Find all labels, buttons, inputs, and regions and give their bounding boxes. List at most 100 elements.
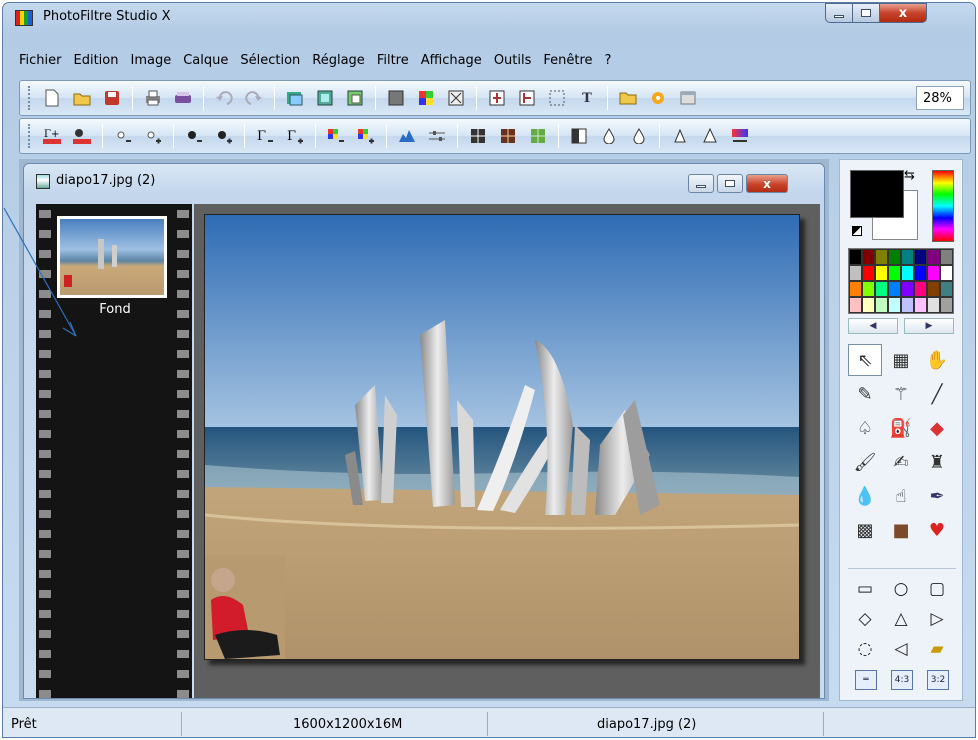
image-canvas[interactable]	[204, 214, 800, 660]
spray-icon[interactable]: ⛽	[884, 412, 918, 444]
palette-swatch[interactable]	[901, 265, 914, 281]
menu-help[interactable]: ?	[599, 53, 618, 68]
palette-swatch[interactable]	[875, 265, 888, 281]
line-icon[interactable]: ╱	[920, 378, 954, 410]
paste-as-image-icon[interactable]	[285, 88, 305, 108]
palette-swatch[interactable]	[914, 297, 927, 313]
image-size-icon[interactable]	[315, 88, 335, 108]
saturation-minus-icon[interactable]	[326, 126, 346, 146]
eraser-icon[interactable]: ◆	[920, 412, 954, 444]
zoom-level[interactable]: 28%	[916, 86, 964, 110]
triangle-icon[interactable]: △	[884, 605, 918, 633]
auto-contrast-icon[interactable]	[72, 126, 92, 146]
invert-icon[interactable]	[569, 126, 589, 146]
foreground-color-swatch[interactable]	[850, 170, 904, 218]
gamma-minus-icon[interactable]: Γ	[255, 126, 275, 146]
palette-swatch[interactable]	[849, 281, 862, 297]
palette-swatch[interactable]	[940, 249, 953, 265]
pattern-icon[interactable]: ▩	[848, 514, 882, 546]
toolbar-grip[interactable]	[28, 86, 31, 110]
brightness-minus-icon[interactable]	[113, 126, 133, 146]
selection-arrow-icon[interactable]: ⇖	[848, 344, 882, 376]
palette-swatch[interactable]	[888, 281, 901, 297]
close-button[interactable]: x	[879, 3, 927, 23]
grayscale-icon[interactable]	[386, 88, 406, 108]
figure-icon[interactable]	[487, 88, 507, 108]
palette-swatch[interactable]	[927, 281, 940, 297]
load-shape-icon[interactable]: ▰	[920, 635, 954, 663]
selection-rect-icon[interactable]	[547, 88, 567, 108]
ratio-4-3-button[interactable]: 4:3	[891, 670, 913, 690]
sharpen-more-icon[interactable]	[700, 126, 720, 146]
advanced-brush-icon[interactable]: ✍	[884, 446, 918, 478]
palette-swatch[interactable]	[849, 265, 862, 281]
ratio-3-2-button[interactable]: 3:2	[927, 670, 949, 690]
palette-swatch[interactable]	[875, 249, 888, 265]
print-icon[interactable]	[143, 88, 163, 108]
triangle-right-icon[interactable]: ▷	[920, 605, 954, 633]
palette-swatch[interactable]	[901, 297, 914, 313]
palette-swatch[interactable]	[849, 249, 862, 265]
palette-swatch[interactable]	[914, 249, 927, 265]
default-colors-icon[interactable]	[852, 226, 862, 236]
finger-icon[interactable]: ☝	[884, 480, 918, 512]
picture-tube-icon[interactable]: ▦	[884, 344, 918, 376]
gamma-plus-icon[interactable]: Γ	[285, 126, 305, 146]
polygon-icon[interactable]: ◁	[884, 635, 918, 663]
maximize-button[interactable]	[852, 3, 880, 23]
palette-swatch[interactable]	[901, 281, 914, 297]
ellipse-icon[interactable]: ○	[884, 575, 918, 603]
redo-icon[interactable]	[244, 88, 264, 108]
blur-drop-icon[interactable]: 💧	[848, 480, 882, 512]
document-minimize-button[interactable]	[688, 174, 714, 193]
palette-swatch[interactable]	[927, 297, 940, 313]
clone-stamp-icon[interactable]: ♜	[920, 446, 954, 478]
palette-swatch[interactable]	[888, 297, 901, 313]
canvas-size-icon[interactable]	[345, 88, 365, 108]
window-icon[interactable]	[678, 88, 698, 108]
mosaic-icon[interactable]	[468, 126, 488, 146]
palette-swatch[interactable]	[940, 297, 953, 313]
palette-swatch[interactable]	[888, 265, 901, 281]
color-palette[interactable]	[848, 248, 954, 314]
layer-thumbnail[interactable]	[57, 216, 167, 298]
magic-wand-icon[interactable]: ⚚	[884, 378, 918, 410]
palette-swatch[interactable]	[940, 281, 953, 297]
portrait-icon[interactable]: ■	[884, 514, 918, 546]
palette-swatch[interactable]	[914, 265, 927, 281]
swap-colors-icon[interactable]: ⇆	[904, 168, 915, 183]
menu-fichier[interactable]: Fichier	[13, 53, 68, 68]
lasso-icon[interactable]: ◌	[848, 635, 882, 663]
diamond-icon[interactable]: ◇	[848, 605, 882, 633]
menu-image[interactable]: Image	[124, 53, 177, 68]
palette-swatch[interactable]	[849, 297, 862, 313]
strawberry-icon[interactable]: ♥	[920, 514, 954, 546]
brush-icon[interactable]: 🖌	[848, 446, 882, 478]
eyedropper-icon[interactable]: ✎	[848, 378, 882, 410]
histogram-icon[interactable]	[397, 126, 417, 146]
brightness-plus-icon[interactable]	[143, 126, 163, 146]
blur-more-icon[interactable]	[629, 126, 649, 146]
document-maximize-button[interactable]	[717, 174, 743, 193]
rectangle-icon[interactable]: ▭	[848, 575, 882, 603]
contrast-minus-icon[interactable]	[184, 126, 204, 146]
minimize-button[interactable]	[825, 3, 853, 23]
ratio-free-button[interactable]: ═	[855, 670, 877, 690]
explorer-icon[interactable]	[618, 88, 638, 108]
palette-swatch[interactable]	[927, 265, 940, 281]
levels-icon[interactable]	[427, 126, 447, 146]
menu-edition[interactable]: Edition	[68, 53, 125, 68]
menu-calque[interactable]: Calque	[177, 53, 234, 68]
scanner-icon[interactable]	[173, 88, 193, 108]
menu-selection[interactable]: Sélection	[234, 53, 306, 68]
smudge-icon[interactable]: ✒	[920, 480, 954, 512]
open-folder-icon[interactable]	[72, 88, 92, 108]
mosaic-color-icon[interactable]	[498, 126, 518, 146]
menu-affichage[interactable]: Affichage	[415, 53, 488, 68]
palette-swatch[interactable]	[927, 249, 940, 265]
undo-icon[interactable]	[214, 88, 234, 108]
saturation-plus-icon[interactable]	[356, 126, 376, 146]
menu-outils[interactable]: Outils	[488, 53, 538, 68]
gradient-icon[interactable]	[730, 126, 750, 146]
palette-swatch[interactable]	[875, 281, 888, 297]
